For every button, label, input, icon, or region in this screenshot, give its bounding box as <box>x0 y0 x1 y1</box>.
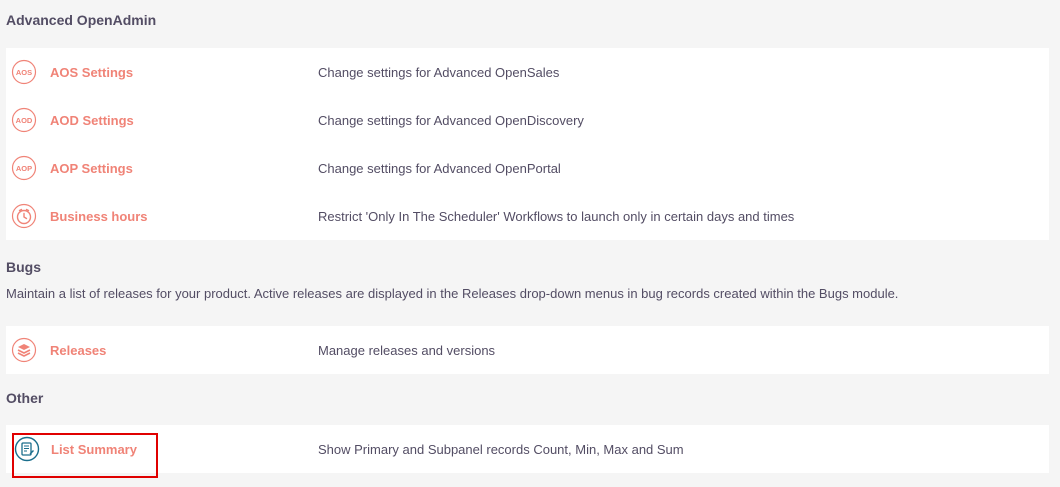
section-title-advanced-openadmin: Advanced OpenAdmin <box>6 12 157 28</box>
svg-text:AOS: AOS <box>16 68 32 77</box>
releases-icon[interactable] <box>11 337 37 363</box>
list-summary-link[interactable]: List Summary <box>51 442 137 457</box>
bugs-section-description: Maintain a list of releases for your pro… <box>6 286 899 301</box>
releases-link[interactable]: Releases <box>50 343 106 358</box>
aod-settings-description: Change settings for Advanced OpenDiscove… <box>318 112 584 128</box>
aop-icon[interactable]: AOP <box>11 155 37 181</box>
admin-row-list-summary: List Summary Show Primary and Subpanel r… <box>6 425 1049 473</box>
admin-row-releases: Releases Manage releases and versions <box>6 326 1049 374</box>
business-hours-link[interactable]: Business hours <box>50 209 148 224</box>
admin-row-aod-settings: AOD AOD Settings Change settings for Adv… <box>6 96 1049 144</box>
aos-settings-link[interactable]: AOS Settings <box>50 65 133 80</box>
aos-icon[interactable]: AOS <box>11 59 37 85</box>
clock-icon[interactable] <box>11 203 37 229</box>
aop-settings-description: Change settings for Advanced OpenPortal <box>318 160 561 176</box>
advanced-openadmin-panel: AOS AOS Settings Change settings for Adv… <box>6 48 1049 240</box>
section-title-other: Other <box>6 390 44 406</box>
aop-settings-link[interactable]: AOP Settings <box>50 161 133 176</box>
admin-row-aos-settings: AOS AOS Settings Change settings for Adv… <box>6 48 1049 96</box>
svg-text:AOD: AOD <box>16 116 33 125</box>
admin-row-business-hours: Business hours Restrict 'Only In The Sch… <box>6 192 1049 240</box>
bugs-panel: Releases Manage releases and versions <box>6 326 1049 374</box>
business-hours-description: Restrict 'Only In The Scheduler' Workflo… <box>318 208 795 224</box>
other-panel: List Summary Show Primary and Subpanel r… <box>6 425 1049 473</box>
aos-settings-description: Change settings for Advanced OpenSales <box>318 64 560 80</box>
section-title-bugs: Bugs <box>6 259 41 275</box>
releases-description: Manage releases and versions <box>318 342 496 358</box>
aod-settings-link[interactable]: AOD Settings <box>50 113 134 128</box>
admin-page: Advanced OpenAdmin AOS AOS Settings Chan… <box>0 0 1060 487</box>
aod-icon[interactable]: AOD <box>11 107 37 133</box>
svg-text:AOP: AOP <box>16 164 32 173</box>
admin-row-aop-settings: AOP AOP Settings Change settings for Adv… <box>6 144 1049 192</box>
list-summary-description: Show Primary and Subpanel records Count,… <box>318 441 684 457</box>
list-summary-icon[interactable] <box>14 436 40 462</box>
